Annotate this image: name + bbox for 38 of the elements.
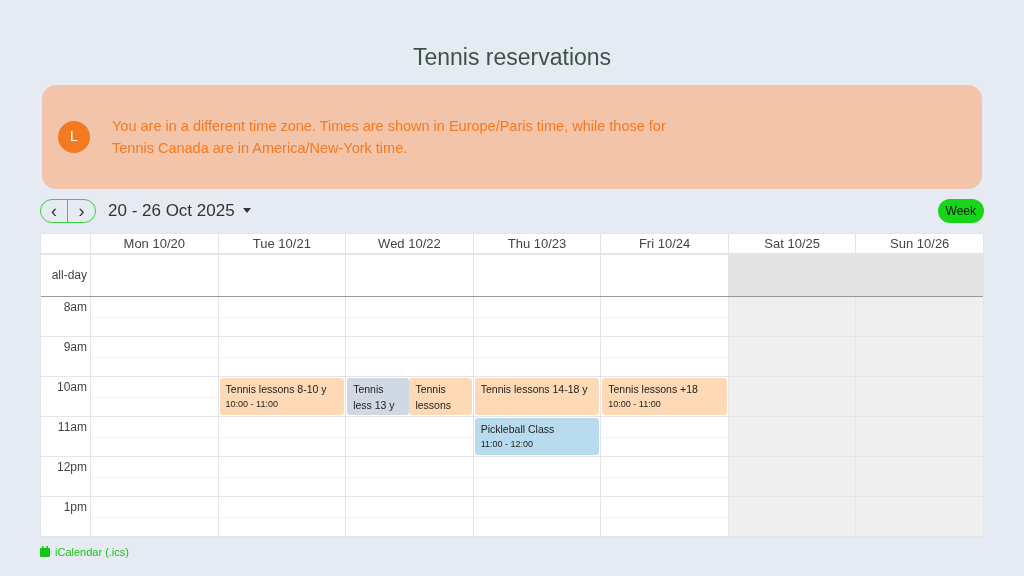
day-header: Mon 10/20 (123, 234, 185, 253)
event-title: Tennis less 13 y (353, 381, 396, 413)
event-card[interactable]: Tennis lessons (409, 377, 472, 415)
view-button[interactable]: Week (937, 198, 984, 223)
date-range-dropdown[interactable]: 20 - 26 Oct 2025 (108, 197, 251, 224)
hour-label: 8am (63, 298, 87, 316)
event-title: Tennis lessons 8-10 y (225, 381, 328, 397)
hour-label: 1pm (63, 498, 87, 516)
next-button[interactable]: › (68, 199, 95, 222)
event-card[interactable]: Tennis less 13 y (347, 377, 410, 415)
event-card[interactable]: Tennis lessons 14-18 y (474, 377, 600, 415)
avatar: L (58, 120, 90, 153)
hour-label: 10am (56, 378, 87, 396)
event-title: Pickleball Class (480, 421, 556, 437)
calendar-icon (40, 546, 50, 558)
event-card[interactable]: Tennis lessons +18 10:00 - 11:00 (602, 377, 727, 415)
event-time: 11:00 - 12:00 (480, 437, 535, 451)
caret-icon (242, 208, 251, 213)
day-header: Thu 10/23 (507, 234, 567, 253)
event-time: 10:00 - 11:00 (608, 397, 662, 411)
notice-text: You are in a different time zone. Times are shown in Europe/Paris time, while those for Tennis Canada are in America/New-York time. (112, 116, 667, 158)
all-day-label: all-day (51, 267, 87, 284)
day-header: Fri 10/24 (638, 234, 691, 253)
hour-label: 11am (57, 418, 87, 436)
day-header: Sun 10/26 (890, 234, 950, 253)
day-header: Tue 10/21 (252, 234, 311, 253)
hour-label: 9am (63, 338, 87, 356)
previous-button[interactable]: ‹ (41, 199, 68, 222)
page-title: Tennis reservations (412, 43, 612, 72)
event-time: 10:00 - 11:00 (225, 397, 279, 411)
event-title: Tennis lessons +18 (608, 381, 699, 397)
event-card[interactable]: Pickleball Class 11:00 - 12:00 (474, 417, 600, 455)
event-title: Tennis lessons 14-18 y (480, 381, 589, 397)
hour-label: 12pm (56, 458, 87, 476)
day-header: Sat 10/25 (764, 234, 820, 253)
event-title: Tennis lessons (415, 381, 453, 413)
day-header: Wed 10/22 (378, 234, 441, 253)
event-card[interactable]: Tennis lessons 8-10 y 10:00 - 11:00 (219, 377, 345, 415)
